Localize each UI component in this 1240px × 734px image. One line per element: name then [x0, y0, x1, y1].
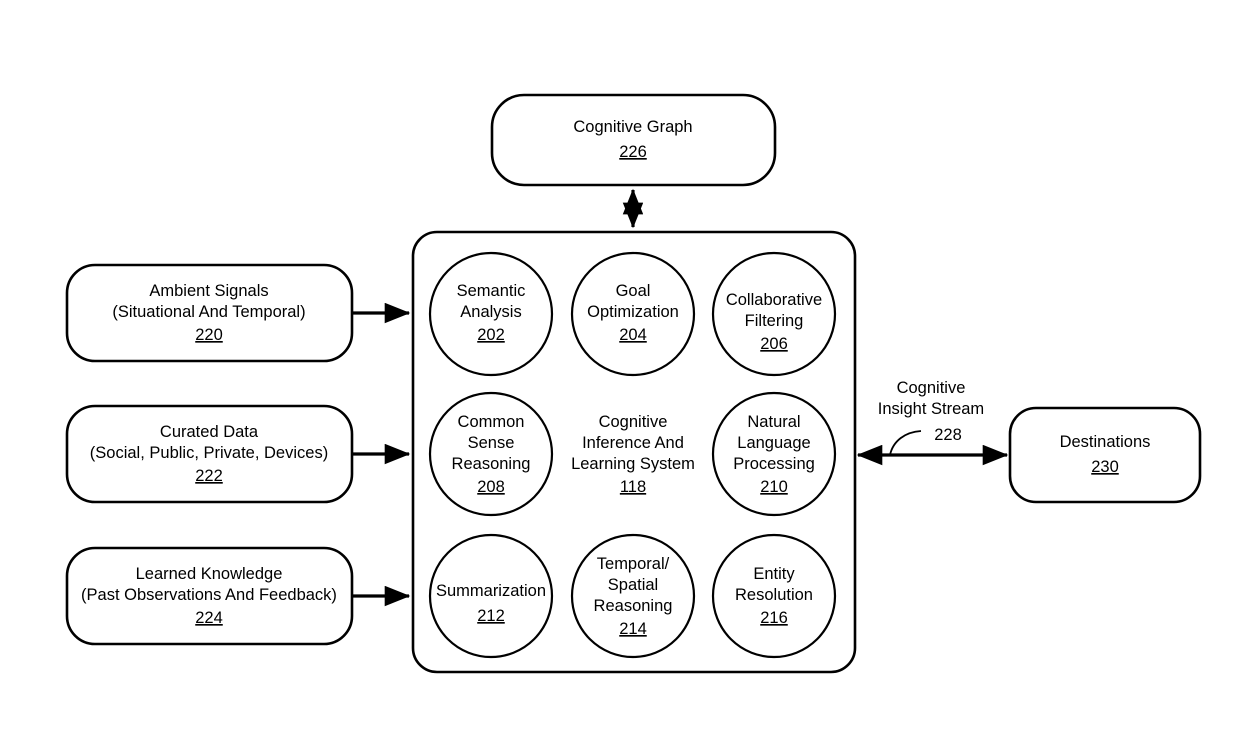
semantic-analysis-line2: Analysis [460, 303, 521, 321]
input-box-learned-knowledge[interactable]: Learned Knowledge (Past Observations And… [65, 546, 354, 646]
common-sense-reasoning-line3: Reasoning [452, 455, 531, 473]
entity-resolution-line1: Entity [753, 565, 795, 583]
ambient-signals-line1: Ambient Signals [149, 282, 268, 300]
cognitive-graph-box-outline [490, 93, 777, 187]
learned-knowledge-ref: 224 [195, 609, 223, 627]
component-entity-resolution[interactable]: Entity Resolution 216 [711, 533, 837, 659]
input-box-curated-data[interactable]: Curated Data (Social, Public, Private, D… [65, 404, 354, 504]
summarization-ref: 212 [477, 607, 505, 625]
goal-optimization-line1: Goal [616, 282, 651, 300]
temporal-spatial-reasoning-circle [570, 533, 696, 659]
goal-optimization-ref: 204 [619, 326, 647, 344]
summarization-line1: Summarization [436, 582, 546, 600]
destinations-ref: 230 [1091, 458, 1119, 476]
common-sense-reasoning-line1: Common [458, 413, 525, 431]
curated-data-ref: 222 [195, 467, 223, 485]
destinations-box-outline [1008, 406, 1202, 504]
system-center-ref: 118 [620, 478, 646, 496]
cognitive-inference-learning-system-panel[interactable]: Semantic Analysis 202 Goal Optimization … [411, 230, 857, 674]
component-common-sense-reasoning[interactable]: Common Sense Reasoning 208 [428, 391, 554, 517]
component-semantic-analysis[interactable]: Semantic Analysis 202 [428, 251, 554, 377]
component-goal-optimization[interactable]: Goal Optimization 204 [570, 251, 696, 377]
ambient-signals-ref: 220 [195, 326, 223, 344]
natural-language-processing-ref: 210 [760, 478, 788, 496]
learned-knowledge-line1: Learned Knowledge [136, 565, 283, 583]
insight-stream-ref: 228 [934, 426, 962, 444]
component-summarization[interactable]: Summarization 212 [428, 533, 554, 659]
goal-optimization-line2: Optimization [587, 303, 679, 321]
insight-stream-line2: Insight Stream [878, 400, 984, 418]
cognitive-graph-ref: 226 [619, 143, 647, 161]
input-box-ambient-signals[interactable]: Ambient Signals (Situational And Tempora… [65, 263, 354, 363]
patent-diagram: Cognitive Graph 226 Ambient Signals (Sit… [65, 93, 1202, 674]
curated-data-line2: (Social, Public, Private, Devices) [90, 444, 328, 462]
system-center-line2: Inference And [582, 434, 684, 452]
entity-resolution-line2: Resolution [735, 586, 813, 604]
destinations-box[interactable]: Destinations 230 [1008, 406, 1202, 504]
component-natural-language-processing[interactable]: Natural Language Processing 210 [711, 391, 837, 517]
natural-language-processing-line2: Language [737, 434, 810, 452]
temporal-spatial-reasoning-line1: Temporal/ [597, 555, 670, 573]
natural-language-processing-line3: Processing [733, 455, 815, 473]
temporal-spatial-reasoning-line2: Spatial [608, 576, 658, 594]
collaborative-filtering-line2: Filtering [745, 312, 804, 330]
entity-resolution-ref: 216 [760, 609, 788, 627]
semantic-analysis-line1: Semantic [457, 282, 526, 300]
common-sense-reasoning-line2: Sense [468, 434, 515, 452]
temporal-spatial-reasoning-ref: 214 [619, 620, 647, 638]
curated-data-line1: Curated Data [160, 423, 259, 441]
insight-stream-line1: Cognitive [897, 379, 966, 397]
common-sense-reasoning-ref: 208 [477, 478, 505, 496]
component-temporal-spatial-reasoning[interactable]: Temporal/ Spatial Reasoning 214 [570, 533, 696, 659]
system-center-line3: Learning System [571, 455, 695, 473]
cognitive-graph-box[interactable]: Cognitive Graph 226 [490, 93, 777, 187]
collaborative-filtering-ref: 206 [760, 335, 788, 353]
ambient-signals-line2: (Situational And Temporal) [112, 303, 305, 321]
system-center-line1: Cognitive [599, 413, 668, 431]
cognitive-graph-title: Cognitive Graph [573, 118, 692, 136]
collaborative-filtering-line1: Collaborative [726, 291, 822, 309]
temporal-spatial-reasoning-line3: Reasoning [594, 597, 673, 615]
destinations-title: Destinations [1060, 433, 1151, 451]
learned-knowledge-line2: (Past Observations And Feedback) [81, 586, 337, 604]
insight-stream-leader-line [889, 430, 922, 456]
figure-canvas: Cognitive Graph 226 Ambient Signals (Sit… [0, 0, 1240, 734]
semantic-analysis-ref: 202 [477, 326, 505, 344]
component-collaborative-filtering[interactable]: Collaborative Filtering 206 [711, 251, 837, 377]
natural-language-processing-circle [711, 391, 837, 517]
cognitive-insight-stream-label: Cognitive Insight Stream 228 [878, 379, 984, 456]
natural-language-processing-line1: Natural [747, 413, 800, 431]
common-sense-reasoning-circle [428, 391, 554, 517]
